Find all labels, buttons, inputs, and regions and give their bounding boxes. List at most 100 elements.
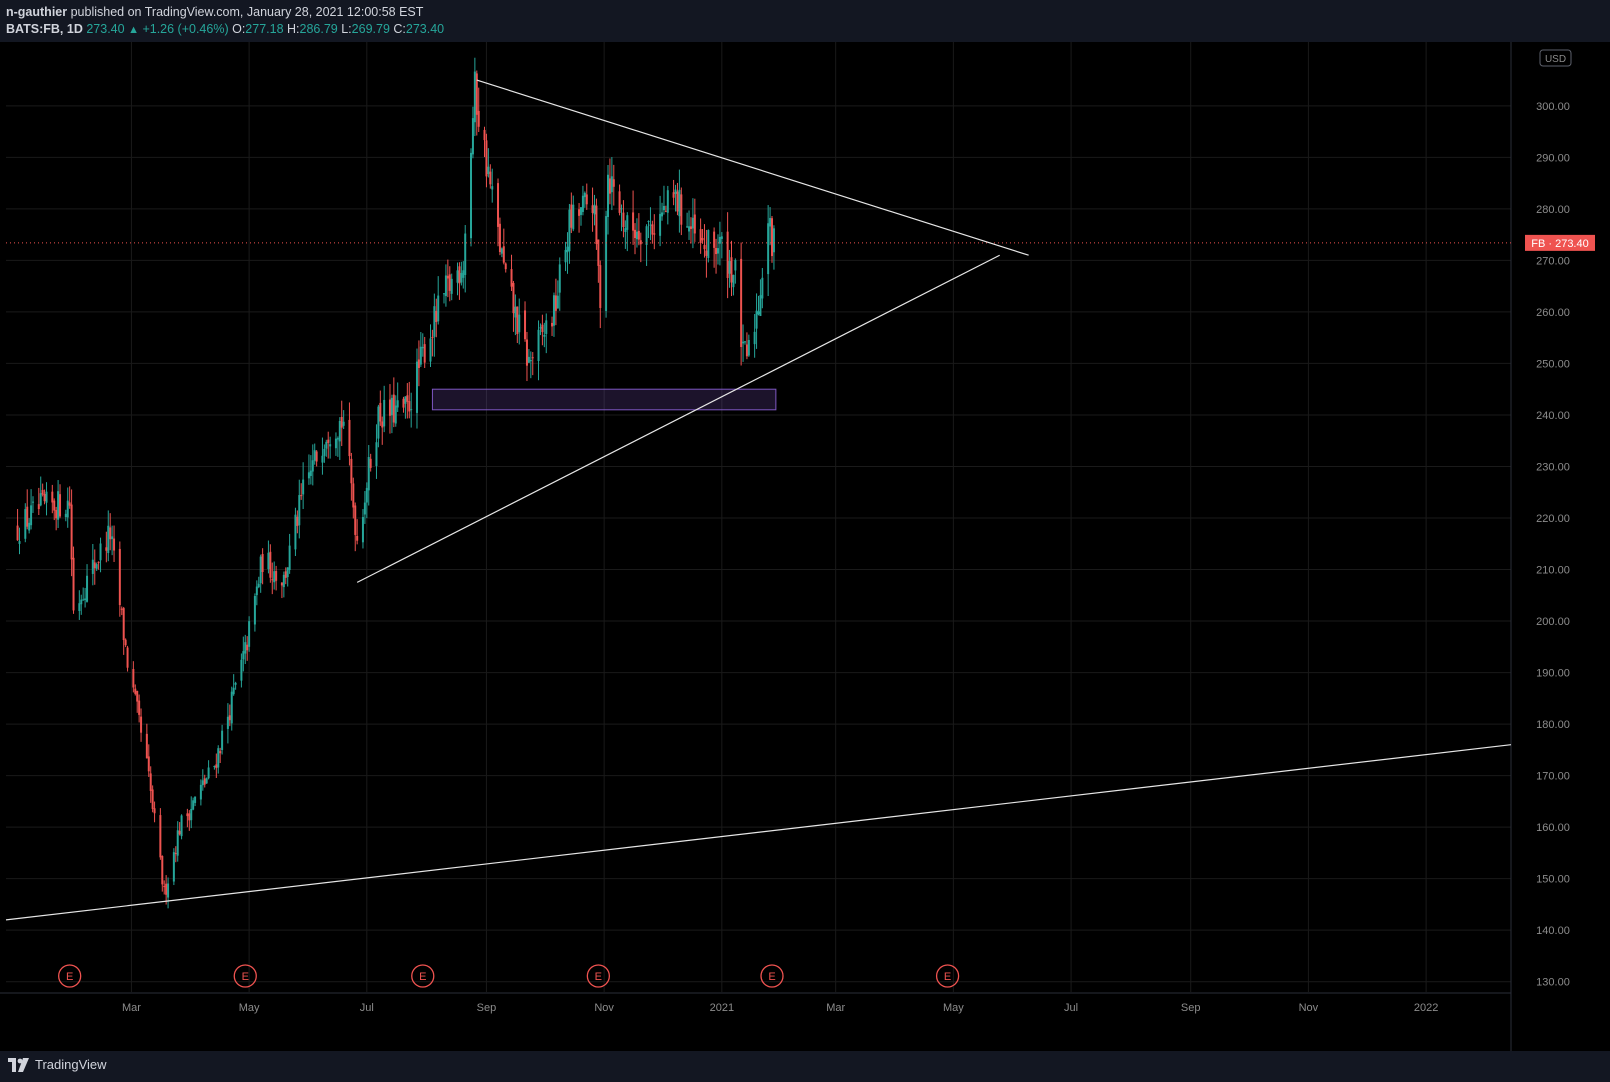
- candle-body: [497, 183, 500, 227]
- candle-body: [186, 813, 189, 817]
- candle-body: [86, 575, 89, 602]
- candle-body: [390, 397, 393, 416]
- up-triangle-icon: ▲: [128, 24, 139, 36]
- candle-body: [307, 472, 310, 479]
- candle-body: [365, 487, 368, 503]
- candle-body: [394, 405, 397, 424]
- candle-body: [234, 682, 237, 685]
- y-tick-label: 240.00: [1536, 410, 1570, 422]
- candle-body: [728, 261, 731, 274]
- candle-body: [298, 495, 301, 526]
- candle-body: [26, 506, 29, 527]
- candle-body: [32, 501, 35, 503]
- author-name[interactable]: n-gauthier: [6, 5, 67, 19]
- candle-body: [705, 250, 708, 256]
- candle-body: [109, 527, 112, 540]
- candle-body: [348, 419, 351, 457]
- candle-body: [581, 195, 584, 212]
- candle-body: [286, 567, 289, 578]
- candle-body: [713, 231, 716, 248]
- candle-body: [543, 334, 546, 337]
- candle-body: [437, 295, 440, 322]
- candle-body: [626, 215, 629, 230]
- candle-body: [579, 207, 582, 215]
- candle-body: [336, 438, 339, 440]
- candle-body: [545, 320, 548, 334]
- candle-body: [566, 246, 569, 253]
- candle-body: [388, 399, 391, 416]
- candle-body: [637, 230, 640, 240]
- y-tick-label: 220.00: [1536, 513, 1570, 525]
- candle-body: [363, 502, 366, 515]
- candle-body: [205, 778, 208, 784]
- candle-body: [261, 554, 264, 573]
- candle-body: [259, 556, 262, 584]
- candle-body: [124, 639, 127, 646]
- candle-body: [556, 295, 559, 309]
- candle-body: [622, 212, 625, 228]
- candle-body: [491, 186, 494, 190]
- earnings-marker-label: E: [768, 971, 775, 983]
- candle-body: [203, 778, 206, 785]
- candle-body: [132, 668, 135, 688]
- candle-body: [404, 396, 407, 404]
- candle-body: [612, 179, 615, 187]
- candle-body: [16, 525, 19, 541]
- candle-body: [651, 224, 654, 235]
- last-price-tag-label: FB · 273.40: [1531, 238, 1588, 250]
- candle-body: [105, 547, 108, 551]
- candle-body: [338, 420, 341, 442]
- symbol-interval[interactable]: BATS:FB, 1D: [6, 22, 83, 36]
- close-label: C:: [393, 22, 406, 36]
- x-tick-label: Sep: [1181, 1002, 1201, 1014]
- candle-body: [512, 282, 515, 314]
- candle-body: [334, 438, 337, 449]
- candle-body: [664, 210, 667, 212]
- candle-body: [194, 796, 197, 803]
- candle-body: [730, 257, 733, 283]
- candle-body: [487, 166, 490, 175]
- candle-body: [661, 212, 664, 217]
- candle-body: [253, 596, 256, 625]
- candle-body: [529, 360, 532, 362]
- candle-body: [55, 510, 58, 519]
- candle-body: [689, 226, 692, 229]
- high-value: 286.79: [299, 22, 338, 36]
- candle-body: [257, 583, 260, 588]
- candle-body: [593, 204, 596, 215]
- candle-body: [525, 339, 528, 366]
- candle-body: [639, 240, 642, 245]
- close-value: 273.40: [405, 22, 445, 36]
- candle-body: [541, 324, 544, 333]
- candle-body: [300, 495, 303, 497]
- candle-body: [456, 270, 459, 283]
- x-tick-label: Nov: [594, 1002, 614, 1014]
- open-label: O:: [232, 22, 246, 36]
- candle-body: [147, 756, 150, 772]
- candle-body: [375, 442, 378, 466]
- candle-body: [64, 513, 67, 518]
- candle-body: [742, 341, 745, 344]
- y-tick-label: 280.00: [1536, 204, 1570, 216]
- candle-body: [190, 808, 193, 821]
- earnings-marker-label: E: [944, 971, 951, 983]
- price-chart[interactable]: 300.00 290.00 280.00 270.00 260.00 250.00 240.…: [0, 42, 1610, 1051]
- chart-header: n-gauthier published on TradingView.com,…: [0, 0, 1610, 42]
- candle-body: [740, 258, 743, 347]
- candle-body: [715, 248, 718, 255]
- candle-body: [720, 236, 723, 239]
- support-zone: [431, 388, 777, 411]
- candle-body: [653, 233, 656, 235]
- candle-body: [402, 398, 405, 408]
- candle-body: [645, 226, 648, 245]
- candle-body: [686, 226, 689, 228]
- y-tick-label: 230.00: [1536, 461, 1570, 473]
- candle-body: [201, 780, 204, 786]
- candle-body: [219, 751, 222, 754]
- candle-body: [140, 716, 143, 733]
- candle-body: [126, 647, 129, 668]
- candle-body: [267, 552, 270, 570]
- tradingview-logo[interactable]: TradingView: [8, 1057, 107, 1072]
- candle-body: [111, 536, 114, 540]
- candle-body: [707, 230, 710, 258]
